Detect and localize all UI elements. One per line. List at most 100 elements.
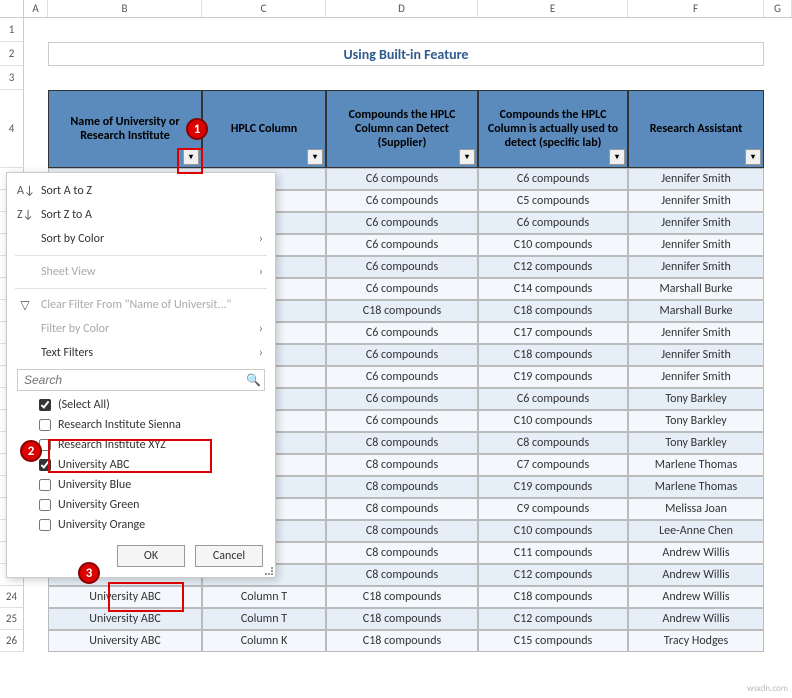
cell[interactable]: C17 compounds xyxy=(478,322,628,344)
col-header-B[interactable]: B xyxy=(48,0,202,17)
cell[interactable]: Column K xyxy=(202,630,326,652)
cell[interactable]: Marshall Burke xyxy=(628,278,764,300)
cell[interactable]: C12 compounds xyxy=(478,608,628,630)
cell[interactable]: University ABC xyxy=(48,630,202,652)
cell[interactable]: Andrew Willis xyxy=(628,542,764,564)
cell[interactable]: Jennifer Smith xyxy=(628,234,764,256)
cell[interactable]: C19 compounds xyxy=(478,476,628,498)
col-header-E[interactable]: E xyxy=(478,0,628,17)
cell[interactable]: Andrew Willis xyxy=(628,608,764,630)
cell[interactable]: Tracy Hodges xyxy=(628,630,764,652)
cell[interactable]: Jennifer Smith xyxy=(628,344,764,366)
cell[interactable]: Marlene Thomas xyxy=(628,476,764,498)
filter-button-d[interactable]: ▾ xyxy=(459,149,475,165)
sort-by-color[interactable]: Sort by Color xyxy=(7,227,275,251)
filter-option[interactable]: University Orange xyxy=(35,515,265,535)
cell[interactable]: Andrew Willis xyxy=(628,586,764,608)
search-input[interactable] xyxy=(22,372,246,388)
cell[interactable]: C18 compounds xyxy=(326,300,478,322)
col-header-A[interactable]: A xyxy=(24,0,48,17)
cell[interactable]: C10 compounds xyxy=(478,520,628,542)
cell[interactable]: C6 compounds xyxy=(326,410,478,432)
filter-button-e[interactable]: ▾ xyxy=(609,149,625,165)
cell[interactable]: C6 compounds xyxy=(326,366,478,388)
cell[interactable]: C6 compounds xyxy=(326,234,478,256)
col-header-F[interactable]: F xyxy=(628,0,764,17)
select-all-corner[interactable] xyxy=(0,0,24,17)
row-header[interactable]: 1 xyxy=(0,18,24,42)
cell[interactable]: C12 compounds xyxy=(478,564,628,586)
cell[interactable]: C10 compounds xyxy=(478,234,628,256)
cell[interactable]: C19 compounds xyxy=(478,366,628,388)
cell[interactable]: Column T xyxy=(202,586,326,608)
cell[interactable]: Andrew Willis xyxy=(628,564,764,586)
cell[interactable]: C18 compounds xyxy=(478,300,628,322)
cell[interactable]: C14 compounds xyxy=(478,278,628,300)
row-header[interactable]: 24 xyxy=(0,586,24,608)
cell[interactable]: C8 compounds xyxy=(326,454,478,476)
cell[interactable]: C8 compounds xyxy=(326,542,478,564)
cell[interactable]: C18 compounds xyxy=(326,586,478,608)
cell[interactable]: Column T xyxy=(202,608,326,630)
resize-handle-icon[interactable] xyxy=(265,567,273,575)
row-header[interactable]: 2 xyxy=(0,42,24,66)
cell[interactable]: University ABC xyxy=(48,586,202,608)
filter-button-f[interactable]: ▾ xyxy=(745,149,761,165)
cell[interactable]: C6 compounds xyxy=(326,388,478,410)
cell[interactable]: Jennifer Smith xyxy=(628,256,764,278)
cell[interactable]: C6 compounds xyxy=(326,168,478,190)
row-header[interactable]: 4 xyxy=(0,90,24,168)
col-header-D[interactable]: D xyxy=(326,0,478,17)
cell[interactable]: C18 compounds xyxy=(326,630,478,652)
cell[interactable]: C5 compounds xyxy=(478,190,628,212)
cell[interactable]: Jennifer Smith xyxy=(628,190,764,212)
cell[interactable]: C6 compounds xyxy=(326,190,478,212)
row-header[interactable]: 3 xyxy=(0,66,24,90)
cell[interactable]: C6 compounds xyxy=(478,388,628,410)
filter-option[interactable]: University ABC xyxy=(35,455,265,475)
col-header-C[interactable]: C xyxy=(202,0,326,17)
select-all-checkbox[interactable]: (Select All) xyxy=(35,395,265,415)
cell[interactable]: C18 compounds xyxy=(326,608,478,630)
cell[interactable]: C11 compounds xyxy=(478,542,628,564)
cell[interactable]: C6 compounds xyxy=(326,212,478,234)
cell[interactable]: Marshall Burke xyxy=(628,300,764,322)
cell[interactable]: Jennifer Smith xyxy=(628,168,764,190)
cell[interactable]: Tony Barkley xyxy=(628,432,764,454)
cell[interactable]: Melissa Joan xyxy=(628,498,764,520)
cell[interactable]: C18 compounds xyxy=(478,344,628,366)
cell[interactable]: C9 compounds xyxy=(478,498,628,520)
cell[interactable]: C8 compounds xyxy=(478,432,628,454)
cell[interactable]: C8 compounds xyxy=(326,498,478,520)
filter-button-hplc[interactable]: ▾ xyxy=(307,149,323,165)
cell[interactable]: C10 compounds xyxy=(478,410,628,432)
cell[interactable]: C6 compounds xyxy=(478,168,628,190)
cell[interactable]: Jennifer Smith xyxy=(628,322,764,344)
table-row[interactable]: University ABCColumn KC18 compoundsC15 c… xyxy=(48,630,764,652)
filter-option[interactable]: University Green xyxy=(35,495,265,515)
ok-button[interactable]: OK xyxy=(117,545,185,567)
cell[interactable]: Lee-Anne Chen xyxy=(628,520,764,542)
row-header[interactable]: 26 xyxy=(0,630,24,652)
table-row[interactable]: University ABCColumn TC18 compoundsC18 c… xyxy=(48,586,764,608)
cell[interactable]: C6 compounds xyxy=(326,322,478,344)
cell[interactable]: C8 compounds xyxy=(326,564,478,586)
cell[interactable]: University ABC xyxy=(48,608,202,630)
cell[interactable]: C15 compounds xyxy=(478,630,628,652)
cell[interactable]: C6 compounds xyxy=(326,344,478,366)
cell[interactable]: C6 compounds xyxy=(478,212,628,234)
cell[interactable]: C18 compounds xyxy=(478,586,628,608)
sort-a-z[interactable]: A↓Sort A to Z xyxy=(7,179,275,203)
sort-z-a[interactable]: Z↓Sort Z to A xyxy=(7,203,275,227)
filter-search[interactable]: 🔍 xyxy=(17,369,265,391)
filter-option[interactable]: University Blue xyxy=(35,475,265,495)
cell[interactable]: C7 compounds xyxy=(478,454,628,476)
col-header-G[interactable]: G xyxy=(764,0,792,17)
text-filters[interactable]: Text Filters xyxy=(7,341,275,365)
cell[interactable]: C6 compounds xyxy=(326,278,478,300)
row-header[interactable]: 25 xyxy=(0,608,24,630)
cell[interactable]: Tony Barkley xyxy=(628,388,764,410)
filter-option[interactable]: Research Institute Sienna xyxy=(35,415,265,435)
cell[interactable]: C6 compounds xyxy=(326,256,478,278)
table-row[interactable]: University ABCColumn TC18 compoundsC12 c… xyxy=(48,608,764,630)
